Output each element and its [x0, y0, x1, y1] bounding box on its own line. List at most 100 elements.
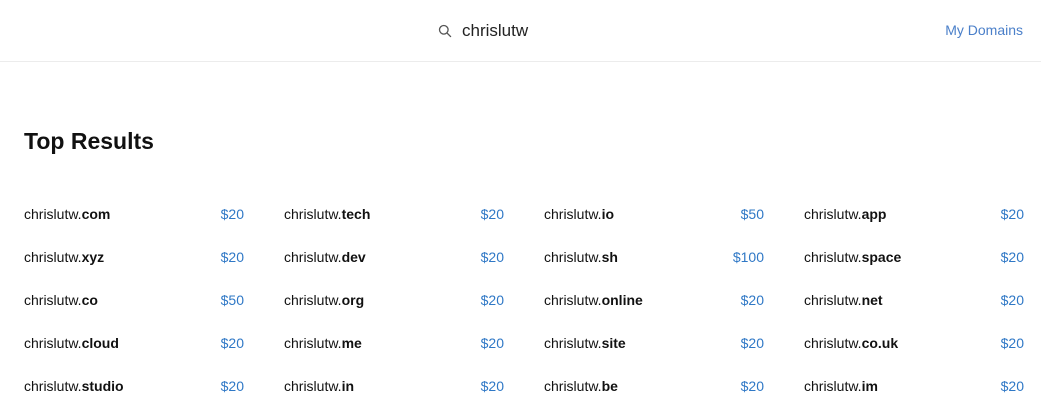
domain-result-item[interactable]: chrislutw.me $20 [284, 333, 504, 376]
domain-result-item[interactable]: chrislutw.net $20 [804, 290, 1024, 333]
domain-price: $50 [220, 292, 244, 308]
domain-base: chrislutw. [544, 206, 602, 222]
domain-tld: studio [81, 378, 124, 394]
domain-price: $20 [1000, 292, 1024, 308]
domain-base: chrislutw. [804, 206, 862, 222]
domain-base: chrislutw. [24, 292, 82, 308]
domain-tld: org [341, 292, 365, 308]
domain-name: chrislutw.net [804, 290, 883, 310]
domain-name: chrislutw.org [284, 290, 364, 310]
domain-tld: space [861, 249, 902, 265]
domain-base: chrislutw. [544, 378, 602, 394]
results-grid: chrislutw.com $20 chrislutw.tech $20 chrislu… [24, 204, 1024, 419]
domain-tld: online [601, 292, 643, 308]
domain-base: chrislutw. [24, 249, 82, 265]
domain-tld: me [341, 335, 362, 351]
domain-result-item[interactable]: chrislutw.site $20 [544, 333, 764, 376]
domain-price: $20 [1000, 335, 1024, 351]
domain-name: chrislutw.im [804, 376, 878, 396]
domain-price: $20 [480, 378, 504, 394]
domain-result-item[interactable]: chrislutw.tech $20 [284, 204, 504, 247]
domain-result-item[interactable]: chrislutw.dev $20 [284, 247, 504, 290]
domain-tld: com [81, 206, 111, 222]
domain-name: chrislutw.site [544, 333, 626, 353]
domain-result-item[interactable]: chrislutw.be $20 [544, 376, 764, 419]
domain-name: chrislutw.xyz [24, 247, 104, 267]
domain-name: chrislutw.in [284, 376, 354, 396]
domain-tld: sh [601, 249, 618, 265]
domain-price: $20 [480, 292, 504, 308]
domain-result-item[interactable]: chrislutw.studio $20 [24, 376, 244, 419]
domain-name: chrislutw.online [544, 290, 643, 310]
domain-price: $20 [480, 206, 504, 222]
domain-result-item[interactable]: chrislutw.xyz $20 [24, 247, 244, 290]
domain-tld: be [601, 378, 618, 394]
domain-result-item[interactable]: chrislutw.co.uk $20 [804, 333, 1024, 376]
domain-price: $20 [740, 292, 764, 308]
domain-tld: im [861, 378, 878, 394]
my-domains-link[interactable]: My Domains [945, 22, 1023, 38]
domain-tld: in [341, 378, 355, 394]
domain-name: chrislutw.com [24, 204, 110, 224]
domain-price: $20 [480, 335, 504, 351]
domain-tld: app [861, 206, 887, 222]
domain-name: chrislutw.sh [544, 247, 618, 267]
domain-base: chrislutw. [804, 378, 862, 394]
search-icon [438, 24, 452, 38]
domain-tld: tech [341, 206, 371, 222]
domain-result-item[interactable]: chrislutw.online $20 [544, 290, 764, 333]
search-input[interactable] [462, 21, 662, 41]
domain-price: $100 [732, 249, 764, 265]
domain-result-item[interactable]: chrislutw.space $20 [804, 247, 1024, 290]
domain-price: $20 [480, 249, 504, 265]
domain-price: $20 [220, 335, 244, 351]
domain-price: $20 [1000, 249, 1024, 265]
domain-price: $20 [740, 378, 764, 394]
domain-price: $20 [220, 378, 244, 394]
domain-result-item[interactable]: chrislutw.app $20 [804, 204, 1024, 247]
domain-price: $20 [1000, 378, 1024, 394]
domain-tld: xyz [81, 249, 105, 265]
domain-result-item[interactable]: chrislutw.in $20 [284, 376, 504, 419]
domain-name: chrislutw.io [544, 204, 614, 224]
domain-name: chrislutw.studio [24, 376, 124, 396]
search-bar[interactable] [438, 18, 662, 44]
domain-name: chrislutw.tech [284, 204, 370, 224]
domain-price: $20 [740, 335, 764, 351]
domain-result-item[interactable]: chrislutw.io $50 [544, 204, 764, 247]
domain-base: chrislutw. [284, 335, 342, 351]
domain-name: chrislutw.dev [284, 247, 366, 267]
domain-name: chrislutw.app [804, 204, 886, 224]
domain-result-item[interactable]: chrislutw.co $50 [24, 290, 244, 333]
domain-base: chrislutw. [284, 378, 342, 394]
domain-name: chrislutw.co [24, 290, 98, 310]
section-title: Top Results [24, 128, 154, 154]
domain-tld: cloud [81, 335, 119, 351]
domain-name: chrislutw.space [804, 247, 901, 267]
domain-result-item[interactable]: chrislutw.sh $100 [544, 247, 764, 290]
domain-base: chrislutw. [284, 206, 342, 222]
domain-base: chrislutw. [544, 335, 602, 351]
domain-name: chrislutw.me [284, 333, 362, 353]
domain-name: chrislutw.be [544, 376, 618, 396]
domain-tld: co.uk [861, 335, 899, 351]
domain-result-item[interactable]: chrislutw.cloud $20 [24, 333, 244, 376]
domain-tld: io [601, 206, 615, 222]
domain-price: $50 [740, 206, 764, 222]
domain-result-item[interactable]: chrislutw.org $20 [284, 290, 504, 333]
domain-base: chrislutw. [804, 335, 862, 351]
domain-name: chrislutw.co.uk [804, 333, 898, 353]
domain-base: chrislutw. [24, 335, 82, 351]
domain-result-item[interactable]: chrislutw.com $20 [24, 204, 244, 247]
domain-price: $20 [1000, 206, 1024, 222]
domain-tld: net [861, 292, 883, 308]
domain-base: chrislutw. [284, 249, 342, 265]
domain-base: chrislutw. [544, 292, 602, 308]
domain-result-item[interactable]: chrislutw.im $20 [804, 376, 1024, 419]
domain-price: $20 [220, 206, 244, 222]
domain-base: chrislutw. [544, 249, 602, 265]
domain-base: chrislutw. [24, 206, 82, 222]
domain-base: chrislutw. [24, 378, 82, 394]
domain-tld: site [601, 335, 626, 351]
domain-name: chrislutw.cloud [24, 333, 119, 353]
